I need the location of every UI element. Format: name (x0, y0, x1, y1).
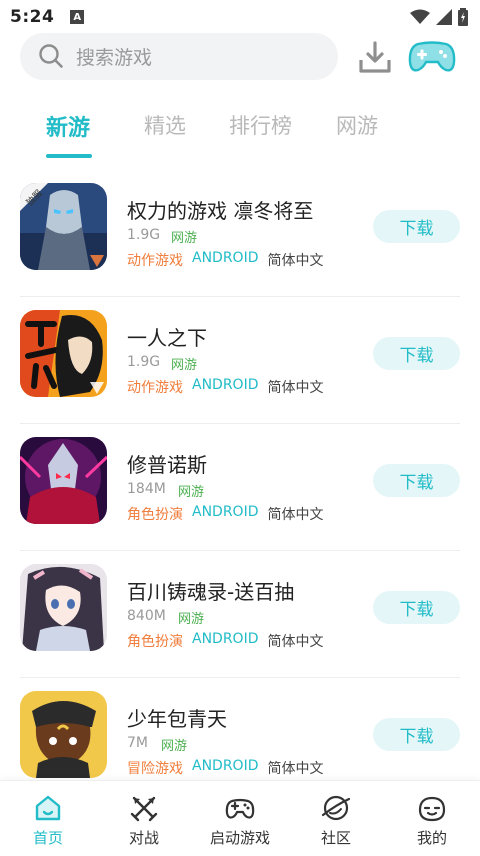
game-tags: 角色扮演 ANDROID 简体中文 (127, 631, 324, 651)
game-platform: ANDROID (192, 377, 259, 393)
tab-featured[interactable]: 精选 (144, 110, 186, 140)
nav-profile[interactable]: 我的 (384, 781, 480, 856)
game-language: 简体中文 (267, 761, 324, 777)
download-icon[interactable] (358, 40, 392, 74)
game-size: 1.9G (127, 354, 161, 370)
nav-launch-games[interactable]: 启动游戏 (192, 781, 288, 856)
download-button[interactable]: 下载 (373, 591, 460, 624)
tab-new-games[interactable]: 新游 (46, 110, 90, 142)
game-title: 少年包青天 (127, 707, 227, 731)
nav-label: 社区 (320, 829, 351, 847)
game-icon[interactable] (20, 310, 107, 397)
game-row[interactable]: 一人之下 1.9G 网游 动作游戏 ANDROID 简体中文 下载 (0, 297, 480, 424)
nav-label: 启动游戏 (209, 829, 270, 847)
nav-label: 首页 (32, 829, 63, 847)
search-row: 搜索游戏 (20, 32, 460, 80)
nav-community[interactable]: 社区 (288, 781, 384, 856)
game-genre: 角色扮演 (127, 507, 183, 523)
battery-icon (458, 8, 468, 26)
game-icon[interactable]: 独服 (20, 183, 107, 270)
game-row[interactable]: 修普诺斯 184M 网游 角色扮演 ANDROID 简体中文 下载 (0, 424, 480, 551)
game-tags: 动作游戏 ANDROID 简体中文 (127, 250, 324, 270)
gamepad-icon[interactable] (408, 40, 456, 74)
game-language: 简体中文 (267, 380, 324, 396)
tab-online-games[interactable]: 网游 (336, 110, 378, 140)
game-type-badge: 网游 (178, 485, 205, 500)
bottom-nav: 首页 对战 启动游戏 社区 我的 (0, 780, 480, 855)
download-button[interactable]: 下载 (373, 337, 460, 370)
game-size: 184M (127, 481, 166, 497)
swords-icon (130, 796, 158, 822)
game-size: 7M (127, 735, 148, 751)
game-tags: 冒险游戏 ANDROID 简体中文 (127, 758, 324, 778)
game-size: 1.9G (127, 227, 161, 243)
home-icon (35, 795, 61, 821)
game-row[interactable]: 独服 权力的游戏 凛冬将至 1.9G 网游 动作游戏 ANDROID 简体中文 … (0, 170, 480, 297)
game-size: 840M (127, 608, 166, 624)
game-title: 百川铸魂录-送百抽 (127, 580, 295, 604)
nav-home[interactable]: 首页 (0, 781, 96, 856)
game-tags: 角色扮演 ANDROID 简体中文 (127, 504, 324, 524)
game-title: 权力的游戏 凛冬将至 (127, 199, 314, 223)
download-button[interactable]: 下载 (373, 718, 460, 751)
game-tags: 动作游戏 ANDROID 简体中文 (127, 377, 324, 397)
game-platform: ANDROID (192, 758, 259, 774)
nav-label: 我的 (416, 829, 447, 847)
signal-icon (436, 9, 452, 25)
nav-label: 对战 (128, 829, 159, 847)
category-tabs: 新游 精选 排行榜 网游 (0, 100, 480, 160)
game-icon[interactable] (20, 691, 107, 778)
game-icon[interactable] (20, 437, 107, 524)
notification-a-icon: A (70, 10, 85, 24)
game-type-badge: 网游 (171, 231, 198, 246)
game-language: 简体中文 (267, 507, 324, 523)
game-genre: 动作游戏 (127, 380, 183, 396)
search-placeholder: 搜索游戏 (76, 46, 153, 69)
game-row[interactable]: 百川铸魂录-送百抽 840M 网游 角色扮演 ANDROID 简体中文 下载 (0, 551, 480, 678)
game-type-badge: 网游 (161, 739, 188, 754)
game-genre: 角色扮演 (127, 634, 183, 650)
game-language: 简体中文 (267, 253, 324, 269)
game-title: 修普诺斯 (127, 453, 207, 477)
game-language: 简体中文 (267, 634, 324, 650)
tab-indicator (46, 154, 92, 158)
game-icon[interactable] (20, 564, 107, 651)
game-type-badge: 网游 (171, 358, 198, 373)
face-icon (418, 796, 446, 822)
game-platform: ANDROID (192, 250, 259, 266)
status-time: 5:24 (10, 7, 55, 27)
download-button[interactable]: 下载 (373, 210, 460, 243)
game-genre: 动作游戏 (127, 253, 183, 269)
game-title: 一人之下 (127, 326, 207, 350)
search-input[interactable]: 搜索游戏 (20, 32, 338, 80)
status-icons (410, 8, 468, 26)
tab-ranking[interactable]: 排行榜 (229, 110, 292, 140)
planet-icon (321, 795, 351, 821)
status-bar: 5:24 A (0, 0, 480, 34)
wifi-icon (410, 9, 430, 24)
gamepad-icon (225, 798, 255, 819)
download-button[interactable]: 下载 (373, 464, 460, 497)
game-type-badge: 网游 (178, 612, 205, 627)
game-genre: 冒险游戏 (127, 761, 183, 777)
game-platform: ANDROID (192, 631, 259, 647)
search-icon (39, 44, 63, 68)
game-platform: ANDROID (192, 504, 259, 520)
nav-battle[interactable]: 对战 (96, 781, 192, 856)
